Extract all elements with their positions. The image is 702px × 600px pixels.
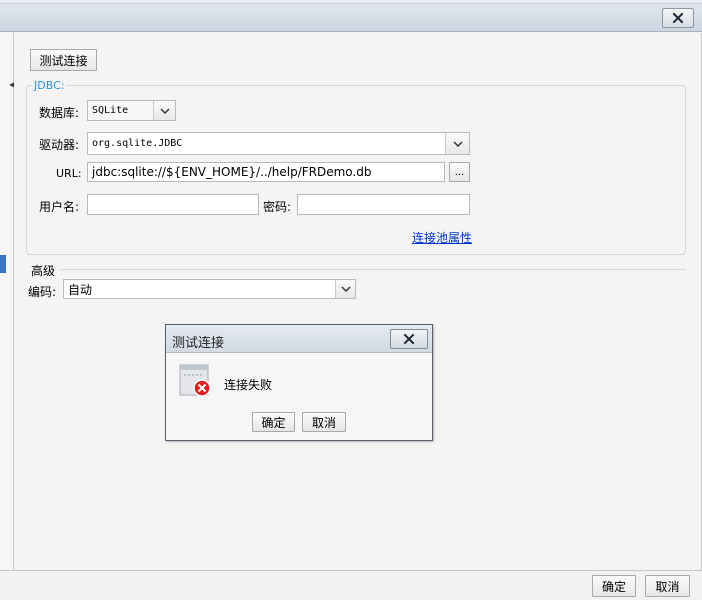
- chevron-down-icon[interactable]: [153, 101, 175, 120]
- encoding-select[interactable]: 自动: [63, 279, 356, 299]
- connection-settings-panel: 测试连接 JDBC: 数据库: SQLite 驱动器: org.sqlite.J…: [14, 33, 702, 570]
- password-label: 密码:: [263, 200, 292, 214]
- test-connection-dialog: 测试连接 连接失败 确定 取消: [165, 324, 433, 441]
- encoding-value: 自动: [68, 282, 93, 297]
- connection-error-icon: [179, 364, 211, 397]
- cancel-label: 取消: [655, 579, 680, 594]
- ok-label: 确定: [601, 579, 626, 594]
- window-titlebar: [0, 4, 702, 32]
- browse-label: ...: [454, 167, 465, 178]
- encoding-label: 编码:: [28, 285, 57, 299]
- left-panel: ◀: [0, 33, 15, 570]
- dialog-close-button[interactable]: [390, 329, 428, 349]
- database-value: SQLite: [92, 105, 129, 116]
- dialog-ok-label: 确定: [261, 415, 286, 430]
- close-icon: [403, 333, 415, 345]
- dialog-titlebar: 测试连接: [166, 325, 432, 353]
- url-value: jdbc:sqlite://${ENV_HOME}/../help/FRDemo…: [92, 165, 372, 179]
- browse-button[interactable]: ...: [449, 162, 470, 182]
- driver-value: org.sqlite.JDBC: [92, 138, 183, 149]
- dialog-cancel-label: 取消: [311, 415, 336, 430]
- database-select[interactable]: SQLite: [87, 100, 176, 121]
- password-input[interactable]: [297, 194, 470, 215]
- advanced-section-label: 高级: [31, 264, 56, 278]
- url-input[interactable]: jdbc:sqlite://${ENV_HOME}/../help/FRDemo…: [87, 162, 445, 182]
- jdbc-group-title: JDBC:: [32, 79, 67, 92]
- chevron-down-icon[interactable]: [445, 133, 469, 154]
- driver-select[interactable]: org.sqlite.JDBC: [87, 132, 470, 155]
- footer-bar: 确定 取消: [0, 570, 702, 600]
- left-panel-selection: [0, 255, 6, 273]
- username-label: 用户名:: [39, 200, 80, 214]
- window-close-button[interactable]: [662, 8, 694, 28]
- ok-button[interactable]: 确定: [592, 575, 636, 597]
- dialog-ok-button[interactable]: 确定: [252, 412, 295, 432]
- close-icon: [672, 12, 684, 24]
- cancel-button[interactable]: 取消: [645, 575, 690, 597]
- driver-label: 驱动器:: [39, 138, 80, 152]
- url-label: URL:: [56, 167, 82, 180]
- dialog-title: 测试连接: [172, 336, 225, 351]
- test-connection-button[interactable]: 测试连接: [30, 49, 97, 71]
- connection-pool-link[interactable]: 连接池属性: [412, 229, 472, 246]
- username-input[interactable]: [87, 194, 259, 215]
- chevron-down-icon[interactable]: [335, 280, 355, 298]
- dialog-message: 连接失败: [224, 378, 273, 392]
- test-connection-label: 测试连接: [39, 53, 88, 68]
- advanced-separator: [60, 269, 686, 270]
- database-label: 数据库:: [39, 106, 80, 120]
- dialog-cancel-button[interactable]: 取消: [302, 412, 346, 432]
